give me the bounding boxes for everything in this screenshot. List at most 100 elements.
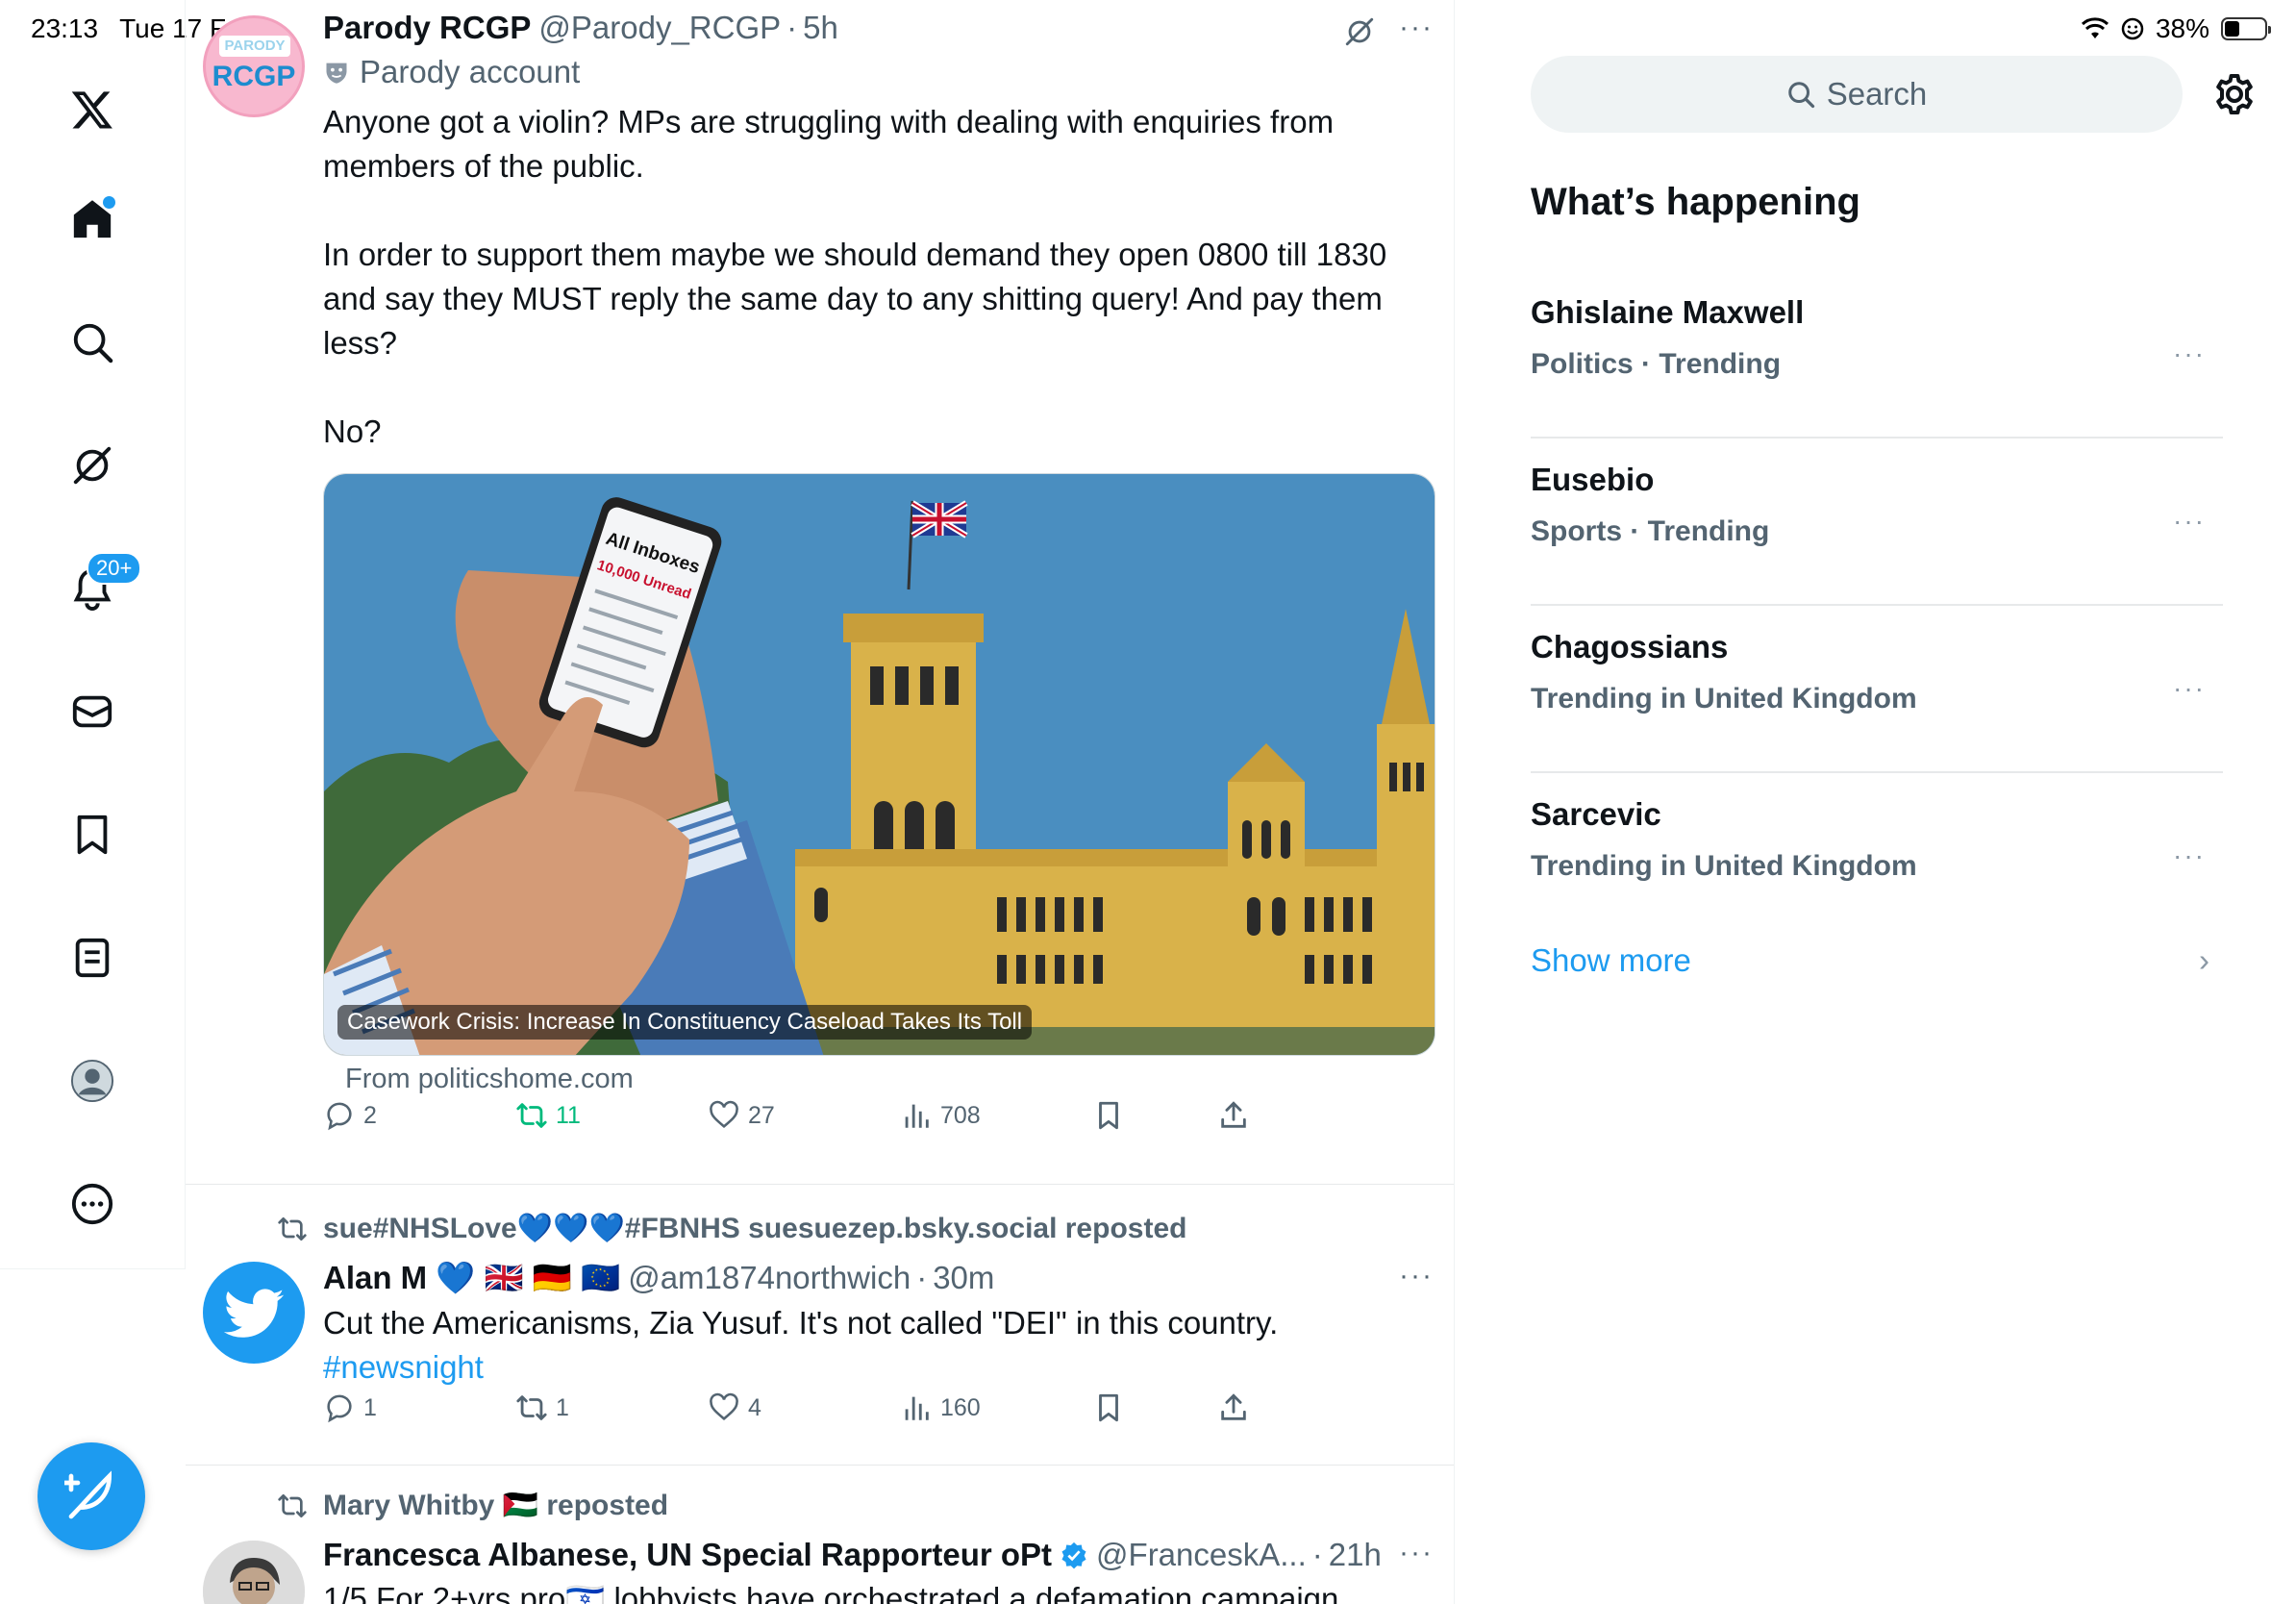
author-name[interactable]: Alan M 💙 🇬🇧 🇩🇪 🇪🇺 xyxy=(323,1260,620,1297)
bookmark-button[interactable] xyxy=(1092,1099,1125,1132)
author-handle[interactable]: @am1874northwich xyxy=(628,1260,911,1296)
tweet-text: Anyone got a violin? MPs are struggling … xyxy=(323,104,1387,449)
twitter-bird-icon xyxy=(223,1289,285,1338)
bookmark-icon xyxy=(1099,1101,1118,1130)
trend-name: Eusebio xyxy=(1531,462,1655,497)
repost-button[interactable]: 1 xyxy=(515,1391,569,1424)
trend-more-icon[interactable]: ··· xyxy=(2173,673,2206,704)
grok-icon[interactable] xyxy=(1343,15,1376,48)
avatar-text: RCGP xyxy=(212,61,296,92)
search-input[interactable]: Search xyxy=(1531,56,2183,133)
settings-gear-icon[interactable] xyxy=(2211,71,2258,117)
bookmark-button[interactable] xyxy=(1092,1391,1125,1424)
separator: · xyxy=(1311,1537,1323,1572)
compose-feather-icon xyxy=(64,1470,112,1519)
search-icon xyxy=(1787,82,1814,109)
chevron-right-icon: › xyxy=(2199,942,2209,978)
repost-icon xyxy=(278,1216,307,1241)
tweet-alan-m[interactable]: sue#NHSLove💙💙💙#FBNHS suesuezep.bsky.soci… xyxy=(186,1185,1454,1466)
tweet-time[interactable]: 5h xyxy=(803,10,838,46)
views-count: 160 xyxy=(940,1393,981,1421)
x-logo-icon[interactable] xyxy=(58,75,127,144)
avatar-photo xyxy=(203,1541,305,1604)
repost-icon xyxy=(278,1493,307,1517)
card-caption: Casework Crisis: Increase In Constituenc… xyxy=(337,1005,1033,1040)
trend-name: Ghislaine Maxwell xyxy=(1531,294,1805,330)
more-icon[interactable]: ··· xyxy=(1399,12,1434,44)
author-handle[interactable]: @FranceskA... xyxy=(1096,1537,1307,1573)
tweet-header: Alan M 💙 🇬🇧 🇩🇪 🇪🇺 @am1874northwich · 30m xyxy=(323,1260,1437,1297)
notifications-bell-icon[interactable]: 20+ xyxy=(58,552,142,623)
avatar[interactable]: PARODY RCGP xyxy=(203,15,305,117)
tweet-parody-rcgp[interactable]: PARODY RCGP Parody RCGP @Parody_RCGP · 5… xyxy=(186,0,1454,1185)
repost-count: 1 xyxy=(556,1393,569,1421)
like-count: 4 xyxy=(748,1393,761,1421)
avatar[interactable] xyxy=(203,1262,305,1364)
tweet-text: Cut the Americanisms, Zia Yusuf. It's no… xyxy=(323,1301,1437,1390)
home-icon[interactable] xyxy=(58,185,127,254)
trend-more-icon[interactable]: ··· xyxy=(2173,338,2206,369)
lists-icon[interactable] xyxy=(58,923,127,992)
views-chart-icon xyxy=(905,1104,929,1128)
views-button[interactable]: 160 xyxy=(900,1391,981,1424)
tweet-header: Francesca Albanese, UN Special Rapporteu… xyxy=(323,1537,1437,1573)
grok-icon[interactable] xyxy=(58,431,127,500)
search-icon[interactable] xyxy=(58,308,127,377)
show-more-link[interactable]: Show more › xyxy=(1531,942,2223,979)
tweet-time[interactable]: 30m xyxy=(933,1260,994,1296)
trend-meta: Politics · Trending xyxy=(1531,348,1782,380)
like-button[interactable]: 4 xyxy=(708,1391,761,1424)
more-icon[interactable]: ··· xyxy=(1399,1260,1434,1292)
views-count: 708 xyxy=(940,1101,981,1129)
heart-icon xyxy=(710,1100,738,1128)
repost-count: 11 xyxy=(556,1101,581,1129)
profile-avatar-icon[interactable] xyxy=(58,1046,127,1115)
compose-post-button[interactable] xyxy=(37,1442,145,1550)
repost-context[interactable]: sue#NHSLove💙💙💙#FBNHS suesuezep.bsky.soci… xyxy=(277,1212,1186,1245)
share-button[interactable] xyxy=(1217,1391,1250,1424)
like-count: 27 xyxy=(748,1101,775,1129)
repost-icon xyxy=(516,1103,547,1128)
repost-icon xyxy=(516,1395,547,1420)
author-handle[interactable]: @Parody_RCGP xyxy=(538,10,781,46)
avatar-parody-label: PARODY xyxy=(219,36,290,57)
repost-button[interactable]: 11 xyxy=(515,1099,581,1132)
trend-item[interactable]: Eusebio Sports · Trending ··· xyxy=(1531,439,2223,606)
share-button[interactable] xyxy=(1217,1099,1250,1132)
trend-item[interactable]: Chagossians Trending in United Kingdom ·… xyxy=(1531,606,2223,773)
reply-button[interactable]: 2 xyxy=(323,1099,377,1132)
trend-item[interactable]: Sarcevic Trending in United Kingdom ··· xyxy=(1531,773,2223,940)
link-card[interactable]: All Inboxes 10,000 Unread Casework Crisi… xyxy=(323,473,1435,1056)
author-name[interactable]: Francesca Albanese, UN Special Rapporteu… xyxy=(323,1537,1052,1573)
reply-count: 2 xyxy=(363,1101,377,1129)
trend-name: Chagossians xyxy=(1531,629,1729,664)
tweet-time[interactable]: 21h xyxy=(1329,1537,1382,1573)
reply-button[interactable]: 1 xyxy=(323,1391,377,1424)
card-source[interactable]: From politicshome.com xyxy=(345,1064,634,1095)
bookmarks-icon[interactable] xyxy=(58,800,127,869)
trend-meta: Sports · Trending xyxy=(1531,515,1770,547)
views-chart-icon xyxy=(905,1396,929,1420)
more-icon[interactable]: ··· xyxy=(1399,1537,1434,1569)
timeline: PARODY RCGP Parody RCGP @Parody_RCGP · 5… xyxy=(186,0,1455,1604)
like-button[interactable]: 27 xyxy=(708,1099,775,1132)
hashtag-link[interactable]: #newsnight xyxy=(323,1349,484,1385)
tweet-francesca-albanese[interactable]: Mary Whitby 🇵🇸 reposted Francesca Albane… xyxy=(186,1466,1454,1604)
reply-icon xyxy=(327,1102,352,1131)
messages-icon[interactable] xyxy=(58,677,127,746)
whats-happening-title: What’s happening xyxy=(1531,181,1860,223)
avatar[interactable] xyxy=(203,1541,305,1604)
reply-count: 1 xyxy=(363,1393,377,1421)
trend-more-icon[interactable]: ··· xyxy=(2173,506,2206,537)
search-placeholder: Search xyxy=(1826,76,1928,112)
left-nav: 20+ xyxy=(0,0,186,1269)
trend-item[interactable]: Ghislaine Maxwell Politics · Trending ··… xyxy=(1531,271,2223,439)
trend-more-icon[interactable]: ··· xyxy=(2173,840,2206,871)
views-button[interactable]: 708 xyxy=(900,1099,981,1132)
battery-fill xyxy=(2225,21,2240,37)
more-options-icon[interactable] xyxy=(58,1169,127,1239)
parody-mask-icon xyxy=(326,63,347,84)
author-name[interactable]: Parody RCGP xyxy=(323,10,531,46)
repost-context[interactable]: Mary Whitby 🇵🇸 reposted xyxy=(277,1489,668,1522)
parody-label-text: Parody account xyxy=(360,54,581,89)
